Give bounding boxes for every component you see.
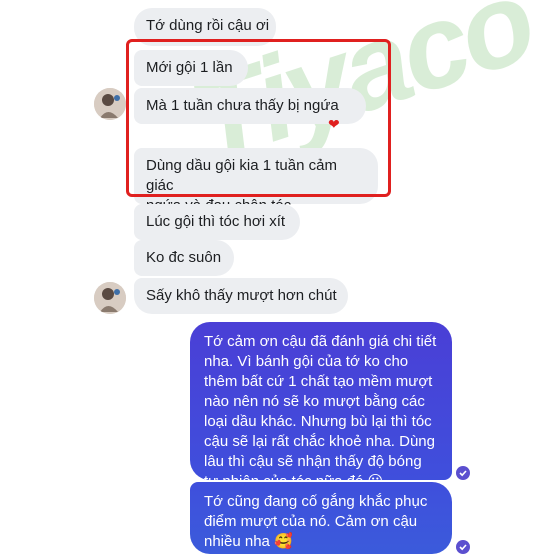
message-received[interactable]: Lúc gội thì tóc hơi xít bbox=[134, 204, 300, 240]
avatar-photo-icon bbox=[94, 88, 126, 120]
seen-check-icon bbox=[456, 540, 470, 554]
message-received[interactable]: Sấy khô thấy mượt hơn chút bbox=[134, 278, 348, 314]
chat-screen: Tiyaco Tớ dùng rồi cậu ơi Mới gội 1 lần … bbox=[0, 0, 560, 560]
message-sent[interactable]: Tớ cảm ơn cậu đã đánh giá chi tiết nha. … bbox=[190, 322, 452, 490]
sender-avatar[interactable] bbox=[94, 282, 126, 314]
sender-avatar[interactable] bbox=[94, 88, 126, 120]
highlight-box bbox=[126, 39, 391, 197]
seen-check-icon bbox=[456, 466, 470, 480]
avatar-photo-icon bbox=[94, 282, 126, 314]
message-sent[interactable]: Tớ cũng đang cố gắng khắc phục điểm mượt… bbox=[190, 482, 452, 554]
message-received[interactable]: Ko đc suôn bbox=[134, 240, 234, 276]
